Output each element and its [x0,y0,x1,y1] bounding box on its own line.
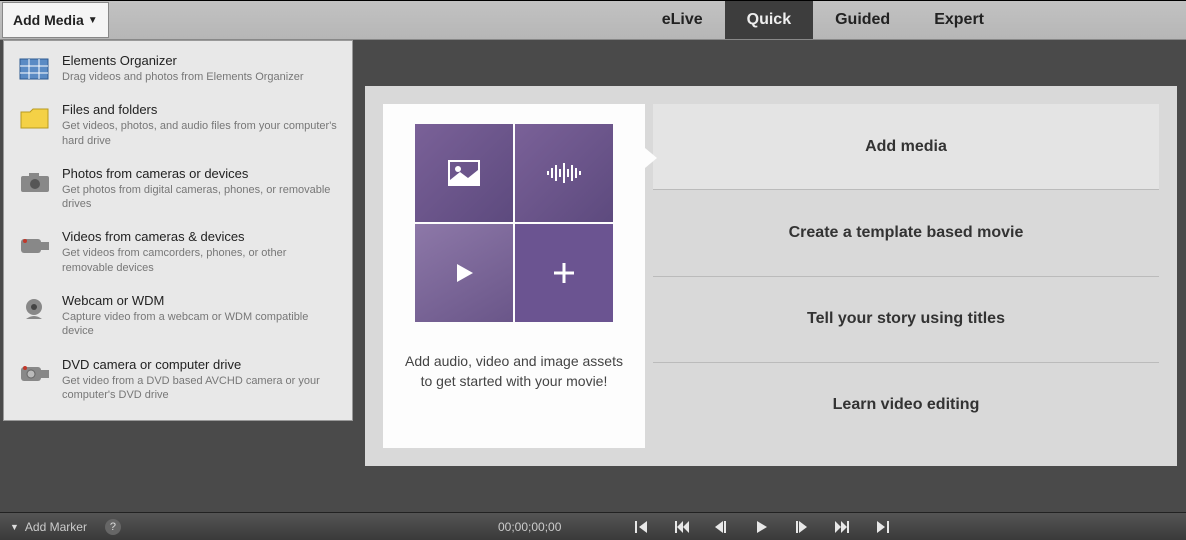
thumb-audio [515,124,613,222]
thumb-image [415,124,513,222]
next-clip-button[interactable] [835,521,851,533]
camcorder-icon [18,231,52,259]
tab-quick[interactable]: Quick [725,1,813,39]
thumb-add [515,224,613,322]
dropdown-item-title: DVD camera or computer drive [62,357,338,372]
dvd-camera-icon [18,359,52,387]
playback-bar: ▼ Add Marker ? 00;00;00;00 [0,512,1186,540]
option-learn[interactable]: Learn video editing [653,362,1159,448]
dropdown-item-title: Videos from cameras & devices [62,229,338,244]
go-to-start-button[interactable] [635,521,651,533]
dropdown-item-elements-organizer[interactable]: Elements Organizer Drag videos and photo… [4,41,352,90]
dropdown-item-desc: Capture video from a webcam or WDM compa… [62,310,338,339]
thumb-video [415,224,513,322]
dropdown-item-files-folders[interactable]: Files and folders Get videos, photos, an… [4,90,352,154]
tab-elive[interactable]: eLive [640,1,725,39]
dropdown-item-desc: Get videos, photos, and audio files from… [62,119,338,148]
chevron-down-icon: ▼ [10,522,19,532]
add-media-card: Add audio, video and image assets to get… [383,104,645,448]
top-toolbar: Add Media ▼ eLive Quick Guided Expert [0,0,1186,40]
folder-icon [18,104,52,132]
dropdown-item-desc: Drag videos and photos from Elements Org… [62,70,338,84]
option-add-media[interactable]: Add media [653,104,1159,189]
play-button[interactable] [755,521,771,533]
quick-start-panel: Add audio, video and image assets to get… [365,86,1177,466]
dropdown-item-dvd[interactable]: DVD camera or computer drive Get video f… [4,345,352,409]
timecode-display: 00;00;00;00 [498,520,561,534]
quick-options-list: Add media Create a template based movie … [645,86,1177,466]
transport-controls [635,521,891,533]
dropdown-item-title: Files and folders [62,102,338,117]
media-thumbnail-grid [415,124,613,322]
camera-icon [18,168,52,196]
dropdown-item-desc: Get videos from camcorders, phones, or o… [62,246,338,275]
mode-tabs: eLive Quick Guided Expert [640,1,1006,39]
add-media-label: Add Media [13,12,84,28]
chevron-down-icon: ▼ [88,15,98,26]
dropdown-item-title: Elements Organizer [62,53,338,68]
dropdown-item-photos-cameras[interactable]: Photos from cameras or devices Get photo… [4,154,352,218]
webcam-icon [18,295,52,323]
add-media-dropdown-button[interactable]: Add Media ▼ [2,2,109,38]
help-icon[interactable]: ? [105,519,121,535]
add-media-dropdown-panel: Elements Organizer Drag videos and photo… [3,40,353,421]
step-back-button[interactable] [715,521,731,533]
tab-guided[interactable]: Guided [813,1,912,39]
main-area: Elements Organizer Drag videos and photo… [0,40,1186,512]
dropdown-item-webcam[interactable]: Webcam or WDM Capture video from a webca… [4,281,352,345]
tab-expert[interactable]: Expert [912,1,1006,39]
go-to-end-button[interactable] [875,521,891,533]
dropdown-item-desc: Get video from a DVD based AVCHD camera … [62,374,338,403]
option-titles[interactable]: Tell your story using titles [653,276,1159,362]
step-forward-button[interactable] [795,521,811,533]
dropdown-item-title: Webcam or WDM [62,293,338,308]
dropdown-item-desc: Get photos from digital cameras, phones,… [62,183,338,212]
organizer-icon [18,55,52,83]
dropdown-item-videos-cameras[interactable]: Videos from cameras & devices Get videos… [4,217,352,281]
add-marker-label: Add Marker [25,520,87,534]
dropdown-item-title: Photos from cameras or devices [62,166,338,181]
card-caption: Add audio, video and image assets to get… [405,352,623,391]
prev-clip-button[interactable] [675,521,691,533]
add-marker-button[interactable]: ▼ Add Marker [10,520,87,534]
option-template-movie[interactable]: Create a template based movie [653,189,1159,275]
